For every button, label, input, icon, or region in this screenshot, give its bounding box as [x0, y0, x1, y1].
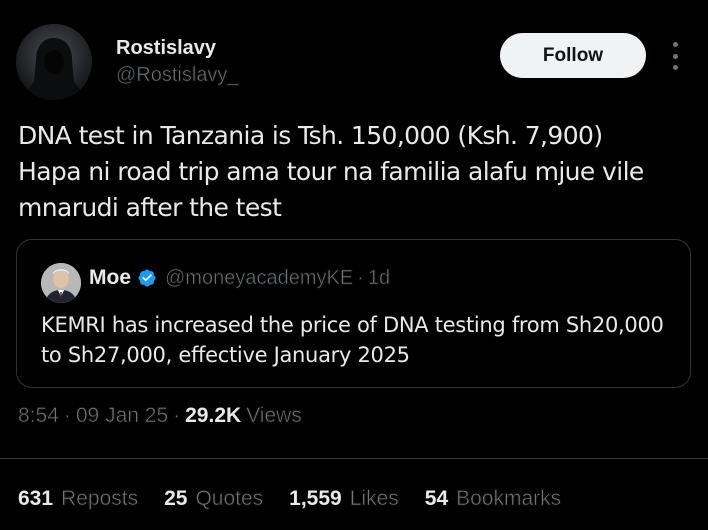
author-handle[interactable]: @Rostislavy_	[116, 62, 239, 88]
engagement-stats: 631 Reposts 25 Quotes 1,559 Likes 54 Boo…	[18, 487, 587, 511]
quote-separator: ·	[357, 266, 364, 289]
follow-button[interactable]: Follow	[500, 33, 646, 78]
more-dot	[672, 42, 678, 47]
stat-bookmarks[interactable]: 54 Bookmarks	[424, 487, 562, 511]
divider	[0, 458, 708, 459]
author-avatar[interactable]	[16, 24, 92, 100]
tweet-line: DNA test in Tanzania is Tsh. 150,000 (Ks…	[18, 121, 603, 150]
reposts-count: 631	[18, 487, 54, 510]
reposts-label: Reposts	[61, 487, 139, 511]
tweet-line: Hapa ni road trip ama tour na familia al…	[18, 157, 644, 186]
verified-badge-icon	[138, 269, 156, 287]
hooded-figure-avatar-icon	[16, 24, 92, 100]
tweet-meta: 8:54 · 09 Jan 25 · 29.2K Views	[18, 404, 302, 428]
bookmarks-count: 54	[424, 487, 449, 510]
more-dot	[672, 65, 678, 70]
meta-separator: ·	[173, 404, 181, 428]
more-dot	[672, 53, 678, 59]
tweet-date[interactable]: 09 Jan 25	[76, 404, 169, 428]
author-info: Rostislavy @Rostislavy_	[116, 36, 239, 88]
tweet-time[interactable]: 8:54	[18, 404, 59, 428]
author-display-name[interactable]: Rostislavy	[116, 36, 239, 60]
stat-likes[interactable]: 1,559 Likes	[289, 487, 399, 511]
quotes-count: 25	[164, 487, 188, 510]
bookmarks-label: Bookmarks	[456, 487, 562, 511]
more-vertical-icon[interactable]	[668, 42, 682, 70]
portrait-avatar-icon	[41, 263, 81, 303]
quote-author-avatar[interactable]	[41, 263, 81, 303]
quote-line: KEMRI has increased the price of DNA tes…	[41, 313, 664, 337]
quote-header: Moe @moneyacademyKE · 1d	[89, 266, 390, 290]
quote-author-name[interactable]: Moe	[89, 266, 131, 290]
quote-line: to Sh27,000, effective January 2025	[41, 343, 410, 367]
tweet-line: mnarudi after the test	[18, 193, 282, 222]
views-count: 29.2K	[185, 404, 242, 427]
stat-reposts[interactable]: 631 Reposts	[18, 487, 138, 511]
quote-timestamp[interactable]: 1d	[368, 266, 391, 290]
tweet-text: DNA test in Tanzania is Tsh. 150,000 (Ks…	[18, 118, 688, 226]
quote-text: KEMRI has increased the price of DNA tes…	[41, 310, 681, 370]
quote-author-handle[interactable]: @moneyacademyKE	[165, 266, 354, 290]
views-label: Views	[246, 404, 302, 428]
likes-count: 1,559	[289, 487, 342, 510]
quotes-label: Quotes	[195, 487, 264, 511]
stat-quotes[interactable]: 25 Quotes	[164, 487, 263, 511]
likes-label: Likes	[349, 487, 399, 511]
meta-separator: ·	[63, 404, 72, 428]
quoted-tweet[interactable]: Moe @moneyacademyKE · 1d KEMRI has incre…	[16, 239, 691, 388]
